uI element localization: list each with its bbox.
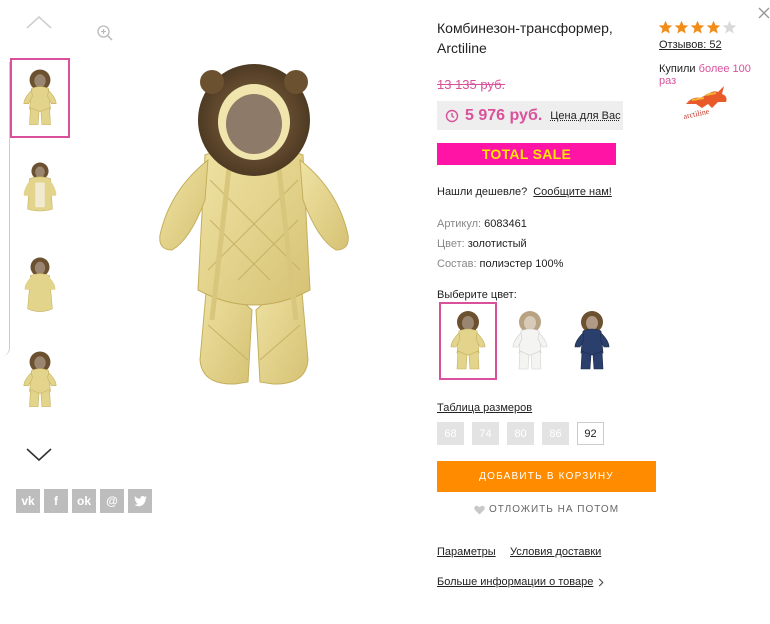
color-option-navy[interactable]	[563, 302, 621, 380]
heart-icon	[474, 505, 485, 515]
price-label[interactable]: Цена для Вас	[550, 110, 620, 122]
attr-sku-value: 6083461	[484, 218, 527, 230]
social-share-bar: vk f ok @	[16, 489, 152, 513]
current-price: 5 976 руб.	[465, 106, 543, 124]
attr-color-value: золотистый	[467, 238, 527, 250]
twitter-share-button[interactable]	[128, 489, 152, 513]
choose-color-label: Выберите цвет:	[437, 289, 517, 301]
price-box: 5 976 руб. Цена для Вас	[437, 101, 623, 130]
email-share-button[interactable]: @	[100, 489, 124, 513]
params-link[interactable]: Параметры	[437, 546, 496, 558]
size-74[interactable]: 74	[472, 422, 499, 445]
size-68[interactable]: 68	[437, 422, 464, 445]
gallery-thumb-3[interactable]	[10, 246, 70, 326]
product-main-image[interactable]	[150, 60, 360, 390]
old-price: 13 135 руб.	[437, 77, 506, 92]
attr-composition-label: Состав:	[437, 258, 477, 270]
size-table-link[interactable]: Таблица размеров	[437, 402, 532, 414]
facebook-share-button[interactable]: f	[44, 489, 68, 513]
chevron-right-icon	[599, 578, 604, 586]
attr-sku-label: Артикул:	[437, 218, 482, 230]
attr-composition-value: полиэстер 100%	[479, 258, 564, 270]
ok-share-button[interactable]: ok	[72, 489, 96, 513]
gallery-thumb-2[interactable]	[10, 152, 70, 232]
delivery-link[interactable]: Условия доставки	[510, 546, 601, 558]
clock-icon	[445, 109, 459, 122]
gallery-thumb-4[interactable]	[10, 340, 70, 420]
attr-composition: Состав: полиэстер 100%	[437, 258, 563, 270]
color-option-white[interactable]	[501, 302, 559, 380]
close-icon[interactable]	[758, 6, 770, 19]
color-option-gold[interactable]	[439, 302, 497, 380]
star-filled-icon	[674, 20, 689, 34]
reviews-link[interactable]: Отзывов: 52	[659, 39, 722, 51]
attr-color: Цвет: золотистый	[437, 238, 527, 250]
star-filled-icon	[690, 20, 705, 34]
brand-logo[interactable]: arctiline	[678, 82, 734, 122]
size-80[interactable]: 80	[507, 422, 534, 445]
gallery-up-chevron-icon[interactable]	[25, 14, 53, 30]
gallery-thumb-1[interactable]	[10, 58, 70, 138]
gallery-down-chevron-icon[interactable]	[25, 447, 53, 463]
add-to-cart-button[interactable]: ДОБАВИТЬ В КОРЗИНУ	[437, 461, 656, 492]
more-info-link[interactable]: Больше информации о товаре	[437, 576, 593, 588]
more-info[interactable]: Больше информации о товаре	[437, 576, 604, 588]
report-cheaper-link[interactable]: Сообщите нам!	[533, 186, 612, 198]
star-filled-icon	[658, 20, 673, 34]
attr-sku: Артикул: 6083461	[437, 218, 527, 230]
size-92[interactable]: 92	[577, 422, 604, 445]
sale-badge: TOTAL SALE	[437, 143, 616, 165]
save-for-later-label: ОТЛОЖИТЬ НА ПОТОМ	[488, 504, 620, 515]
gallery-edge	[0, 62, 10, 356]
rating-stars	[658, 20, 737, 35]
zoom-icon[interactable]	[96, 24, 114, 42]
brand-logo-text: arctiline	[683, 107, 711, 121]
found-cheaper: Нашли дешевле? Сообщите нам!	[437, 186, 612, 198]
star-empty-icon	[722, 20, 737, 34]
star-filled-icon	[706, 20, 721, 34]
save-for-later-button[interactable]: ОТЛОЖИТЬ НА ПОТОМ	[437, 504, 656, 515]
found-cheaper-text: Нашли дешевле?	[437, 186, 528, 198]
size-selector: 68 74 80 86 92	[437, 422, 604, 445]
attr-color-label: Цвет:	[437, 238, 465, 250]
product-title: Комбинезон-трансформер, Arctiline	[437, 20, 613, 56]
vk-share-button[interactable]: vk	[16, 489, 40, 513]
size-86[interactable]: 86	[542, 422, 569, 445]
bought-prefix: Купили	[659, 63, 696, 75]
